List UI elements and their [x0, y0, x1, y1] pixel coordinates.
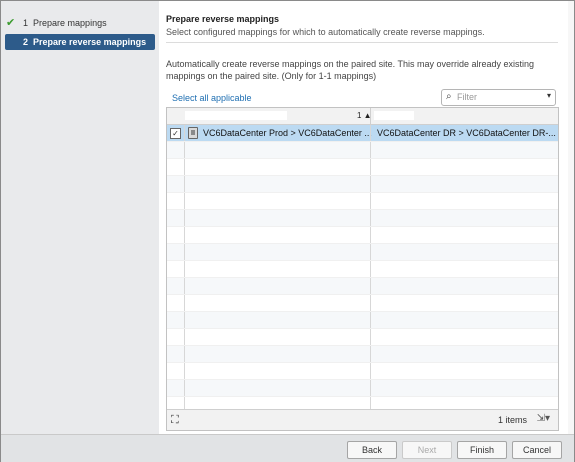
table-row-empty — [167, 329, 558, 346]
column-divider — [370, 244, 371, 260]
right-edge — [568, 1, 574, 434]
column-divider — [370, 329, 371, 345]
table-row-empty — [167, 278, 558, 295]
checkmark-icon: ✔ — [6, 17, 16, 29]
table-row-empty — [167, 363, 558, 380]
column-divider[interactable] — [370, 108, 371, 124]
table-row-empty — [167, 227, 558, 244]
step-label: 2 Prepare reverse mappings — [23, 37, 147, 47]
checkbox-cell — [167, 295, 185, 311]
description-text: Automatically create reverse mappings on… — [166, 59, 535, 81]
table-row-empty — [167, 346, 558, 363]
table-body: ✓ VC6DataCenter Prod > VC6DataCenter ...… — [167, 125, 558, 414]
column-divider — [370, 312, 371, 328]
select-all-link[interactable]: Select all applicable — [172, 93, 252, 103]
column-divider — [370, 125, 371, 141]
table-footer: ⛶ 1 items ⇲▾ — [167, 409, 558, 430]
table-row-empty — [167, 295, 558, 312]
source-mapping-cell: VC6DataCenter Prod > VC6DataCenter ... — [203, 128, 372, 138]
column-divider — [370, 363, 371, 379]
checkbox-cell — [167, 346, 185, 362]
checkbox-cell — [167, 210, 185, 226]
column-divider — [370, 346, 371, 362]
mappings-table: 1 ▲ ✓ VC6DataCenter Prod > VC6DataCenter… — [166, 107, 559, 431]
step-prepare-reverse-mappings[interactable]: 2 Prepare reverse mappings — [5, 34, 155, 50]
export-icon[interactable]: ⇲▾ — [537, 413, 550, 424]
checkbox-cell — [167, 261, 185, 277]
column-header-source[interactable] — [185, 111, 287, 120]
table-row-empty — [167, 159, 558, 176]
column-header-target[interactable] — [374, 111, 414, 120]
chevron-down-icon[interactable]: ▾ — [547, 91, 551, 100]
binoculars-icon[interactable]: ⛶ — [171, 414, 179, 427]
checkbox-cell — [167, 227, 185, 243]
table-header: 1 ▲ — [167, 108, 558, 125]
step-prepare-mappings[interactable]: ✔ 1 Prepare mappings — [5, 15, 155, 31]
column-divider — [370, 176, 371, 192]
column-divider — [370, 227, 371, 243]
column-divider — [370, 380, 371, 396]
checkbox-cell — [167, 176, 185, 192]
table-row-empty — [167, 312, 558, 329]
filter-input[interactable]: ⌕ Filter ▾ — [441, 89, 556, 106]
step-label: 1 Prepare mappings — [23, 18, 107, 28]
checkbox-cell — [167, 363, 185, 379]
column-divider — [370, 210, 371, 226]
checkbox-cell — [167, 159, 185, 175]
page-subtitle: Select configured mappings for which to … — [166, 27, 485, 37]
wizard-dialog: ✔ 1 Prepare mappings 2 Prepare reverse m… — [0, 0, 575, 462]
target-mapping-cell: VC6DataCenter DR > VC6DataCenter DR-... — [377, 128, 556, 138]
table-row-empty — [167, 380, 558, 397]
checkbox-cell — [167, 278, 185, 294]
table-row-empty — [167, 142, 558, 159]
cancel-button[interactable]: Cancel — [512, 441, 562, 459]
back-button[interactable]: Back — [347, 441, 397, 459]
column-divider — [370, 295, 371, 311]
divider — [166, 42, 558, 43]
filter-placeholder: Filter — [457, 92, 477, 102]
checkbox-cell — [167, 244, 185, 260]
wizard-sidebar: ✔ 1 Prepare mappings 2 Prepare reverse m… — [1, 1, 159, 434]
table-row-empty — [167, 193, 558, 210]
column-divider — [370, 142, 371, 158]
checkbox-cell: ✓ — [167, 125, 185, 141]
page-title: Prepare reverse mappings — [166, 14, 280, 24]
column-divider — [370, 261, 371, 277]
table-row-empty — [167, 244, 558, 261]
item-count: 1 items — [497, 415, 527, 425]
table-row-empty — [167, 176, 558, 193]
column-divider — [370, 193, 371, 209]
checkbox-cell — [167, 193, 185, 209]
finish-button[interactable]: Finish — [457, 441, 507, 459]
column-divider — [370, 278, 371, 294]
checkbox-cell — [167, 380, 185, 396]
checkbox-cell — [167, 329, 185, 345]
row-checkbox[interactable]: ✓ — [170, 128, 181, 139]
table-row[interactable]: ✓ VC6DataCenter Prod > VC6DataCenter ...… — [167, 125, 558, 142]
wizard-content: Prepare reverse mappings Select configur… — [160, 1, 568, 434]
table-row-empty — [167, 210, 558, 227]
next-button[interactable]: Next — [402, 441, 452, 459]
vm-folder-icon — [188, 127, 198, 139]
checkbox-cell — [167, 312, 185, 328]
column-divider — [370, 159, 371, 175]
button-bar: Back Next Finish Cancel — [1, 434, 574, 462]
search-icon: ⌕ — [446, 91, 452, 102]
table-row-empty — [167, 261, 558, 278]
checkbox-cell — [167, 142, 185, 158]
